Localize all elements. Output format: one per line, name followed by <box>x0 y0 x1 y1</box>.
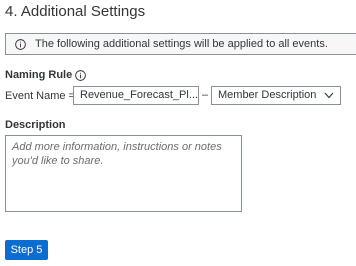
select-value: Member Description <box>218 89 317 101</box>
section-title: 4. Additional Settings <box>5 3 146 20</box>
event-name-input[interactable]: Revenue_Forecast_Pl... <box>73 86 199 105</box>
info-banner: The following additional settings will b… <box>5 33 356 55</box>
chevron-down-icon <box>324 92 334 99</box>
description-textarea[interactable]: Add more information, instructions or no… <box>5 135 242 212</box>
event-name-label: Event Name = <box>5 89 76 102</box>
naming-rule-info-icon[interactable] <box>75 69 87 81</box>
step-5-button[interactable]: Step 5 <box>5 240 48 260</box>
naming-rule-text: Naming Rule <box>5 69 73 81</box>
separator: – <box>202 89 209 101</box>
info-banner-text: The following additional settings will b… <box>35 38 328 50</box>
info-icon <box>15 38 26 50</box>
naming-rule-label: Naming Rule <box>5 69 87 81</box>
member-description-select[interactable]: Member Description <box>211 86 341 105</box>
description-label: Description <box>5 119 66 131</box>
